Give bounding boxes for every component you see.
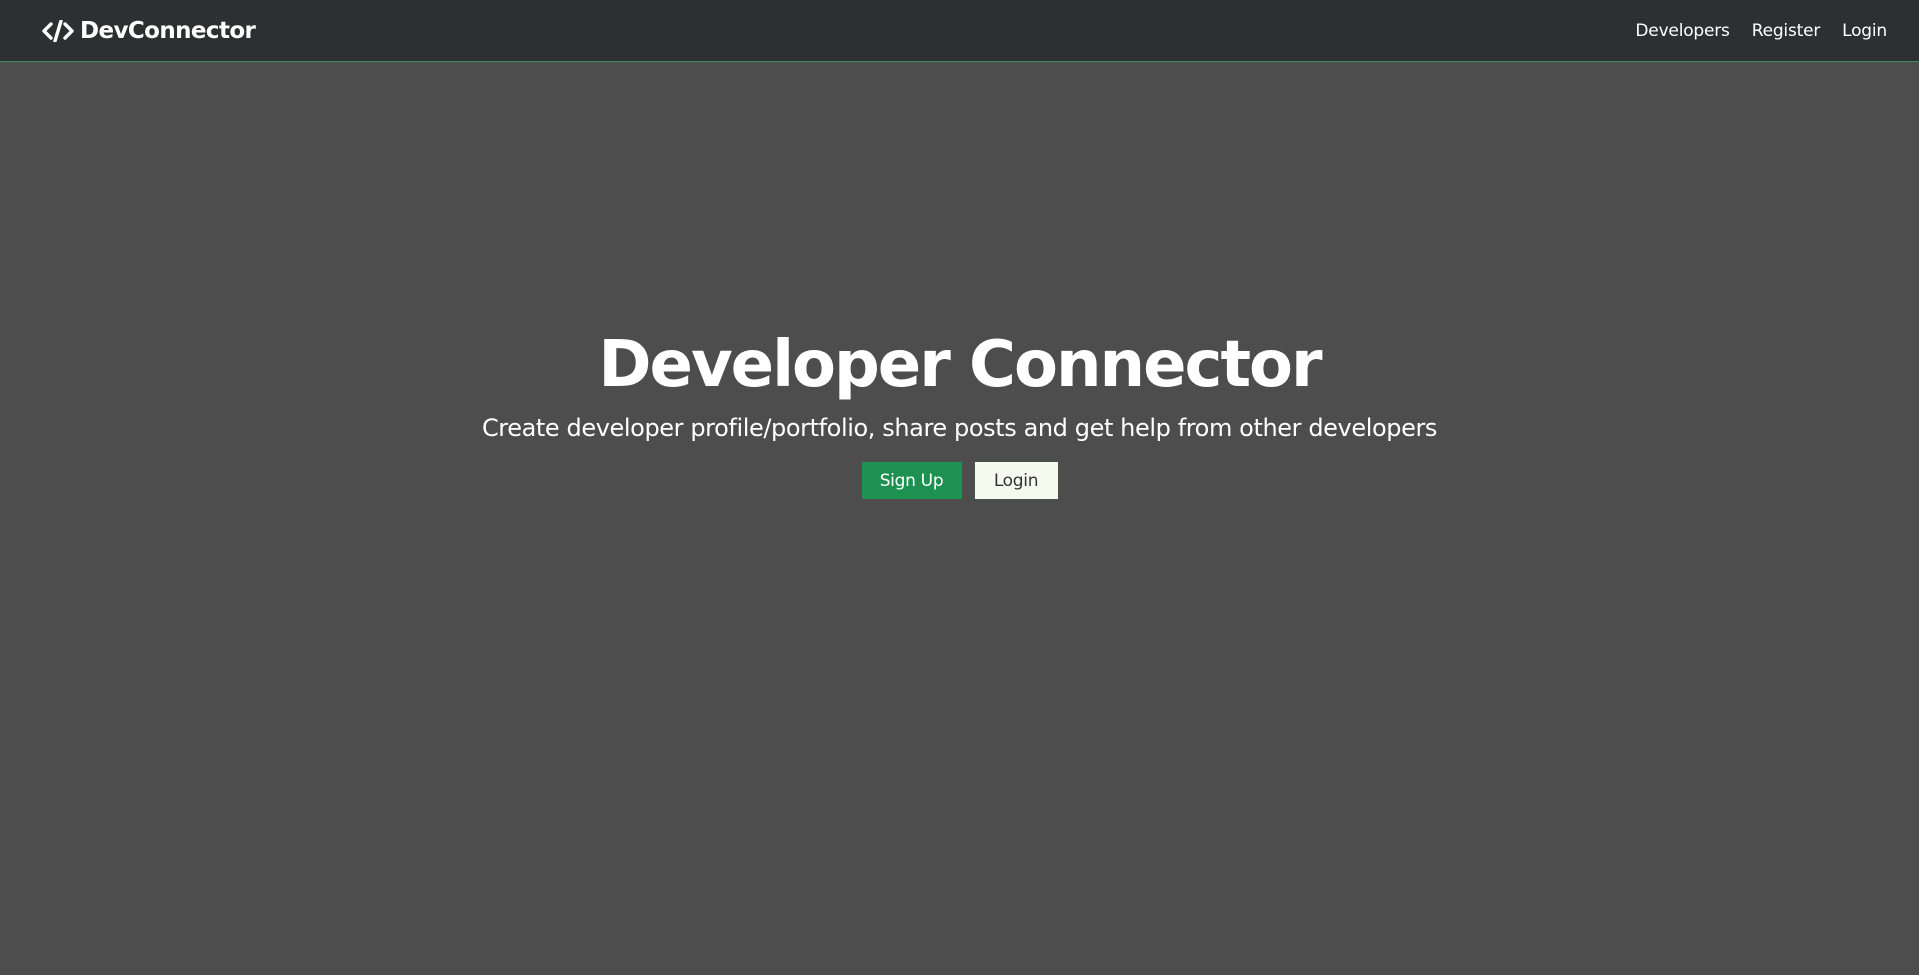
hero-content: Developer Connector Create developer pro…	[0, 330, 1919, 500]
nav-link-login[interactable]: Login	[1842, 21, 1887, 41]
nav-link-register[interactable]: Register	[1752, 21, 1821, 41]
sign-up-button[interactable]: Sign Up	[861, 462, 962, 500]
nav-links: Developers Register Login	[1613, 21, 1887, 41]
nav-link-developers[interactable]: Developers	[1635, 21, 1729, 41]
brand-text: DevConnector	[80, 17, 256, 44]
navbar: DevConnector Developers Register Login	[0, 0, 1919, 62]
hero-buttons: Sign Up Login	[861, 462, 1058, 500]
hero-title: Developer Connector	[598, 328, 1322, 402]
hero-lead: Create developer profile/portfolio, shar…	[481, 414, 1438, 443]
landing-hero: Developer Connector Create developer pro…	[0, 62, 1919, 975]
brand-link[interactable]: DevConnector	[42, 17, 256, 44]
code-icon	[42, 19, 74, 42]
login-button[interactable]: Login	[974, 462, 1058, 500]
